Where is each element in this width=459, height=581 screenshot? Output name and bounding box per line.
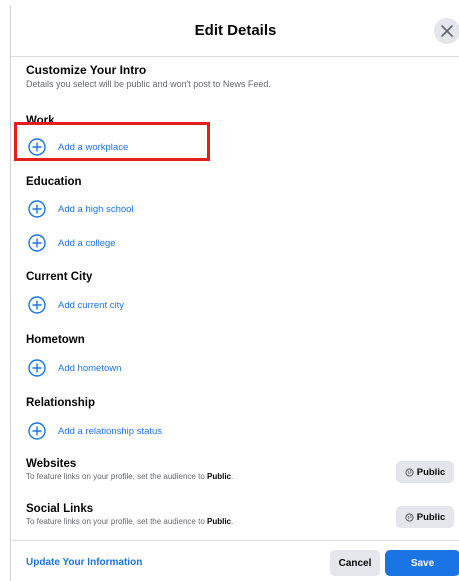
add-high-school-button[interactable]: Add a high school [26,198,134,220]
education-section-title: Education [26,176,82,188]
hometown-section-title: Hometown [26,334,85,346]
globe-icon [405,467,414,477]
add-hometown-label: Add hometown [58,362,122,374]
intro-heading: Customize Your Intro [26,63,147,77]
dialog-header: Edit Details [11,6,459,57]
current-city-section-title: Current City [26,271,93,283]
plus-circle-icon [28,422,46,440]
add-current-city-label: Add current city [58,299,124,311]
relationship-section-title: Relationship [26,397,96,409]
plus-circle-icon [28,234,46,252]
cancel-button[interactable]: Cancel [330,550,380,576]
add-hometown-button[interactable]: Add hometown [26,357,121,379]
add-current-city-button[interactable]: Add current city [26,294,124,316]
add-relationship-label: Add a relationship status [58,425,163,437]
plus-circle-icon [28,200,46,218]
social-links-audience-button[interactable]: Public [396,506,454,528]
close-icon [441,25,453,37]
intro-subtitle: Details you select will be public and wo… [26,79,271,89]
websites-audience-button[interactable]: Public [396,461,454,483]
globe-icon [405,512,414,522]
social-links-audience-label: Public [416,511,446,523]
highlight-box [14,122,210,161]
websites-audience-label: Public [416,466,446,478]
footer-divider [11,540,459,541]
add-relationship-button[interactable]: Add a relationship status [26,420,162,442]
edit-details-dialog: Edit Details Customize Your Intro Detail… [10,6,459,581]
plus-circle-icon [28,359,46,377]
social-links-section-title: Social Links [26,503,94,515]
dialog-title: Edit Details [194,22,277,39]
update-information-link[interactable]: Update Your Information [26,557,142,568]
plus-circle-icon [28,296,46,314]
close-button[interactable] [434,18,459,44]
add-college-button[interactable]: Add a college [26,232,116,254]
add-college-label: Add a college [58,237,116,249]
save-button[interactable]: Save [385,550,459,576]
websites-section-title: Websites [26,458,77,470]
social-links-note: To feature links on your profile, set th… [26,517,234,526]
add-high-school-label: Add a high school [58,203,134,215]
websites-note: To feature links on your profile, set th… [26,472,234,481]
